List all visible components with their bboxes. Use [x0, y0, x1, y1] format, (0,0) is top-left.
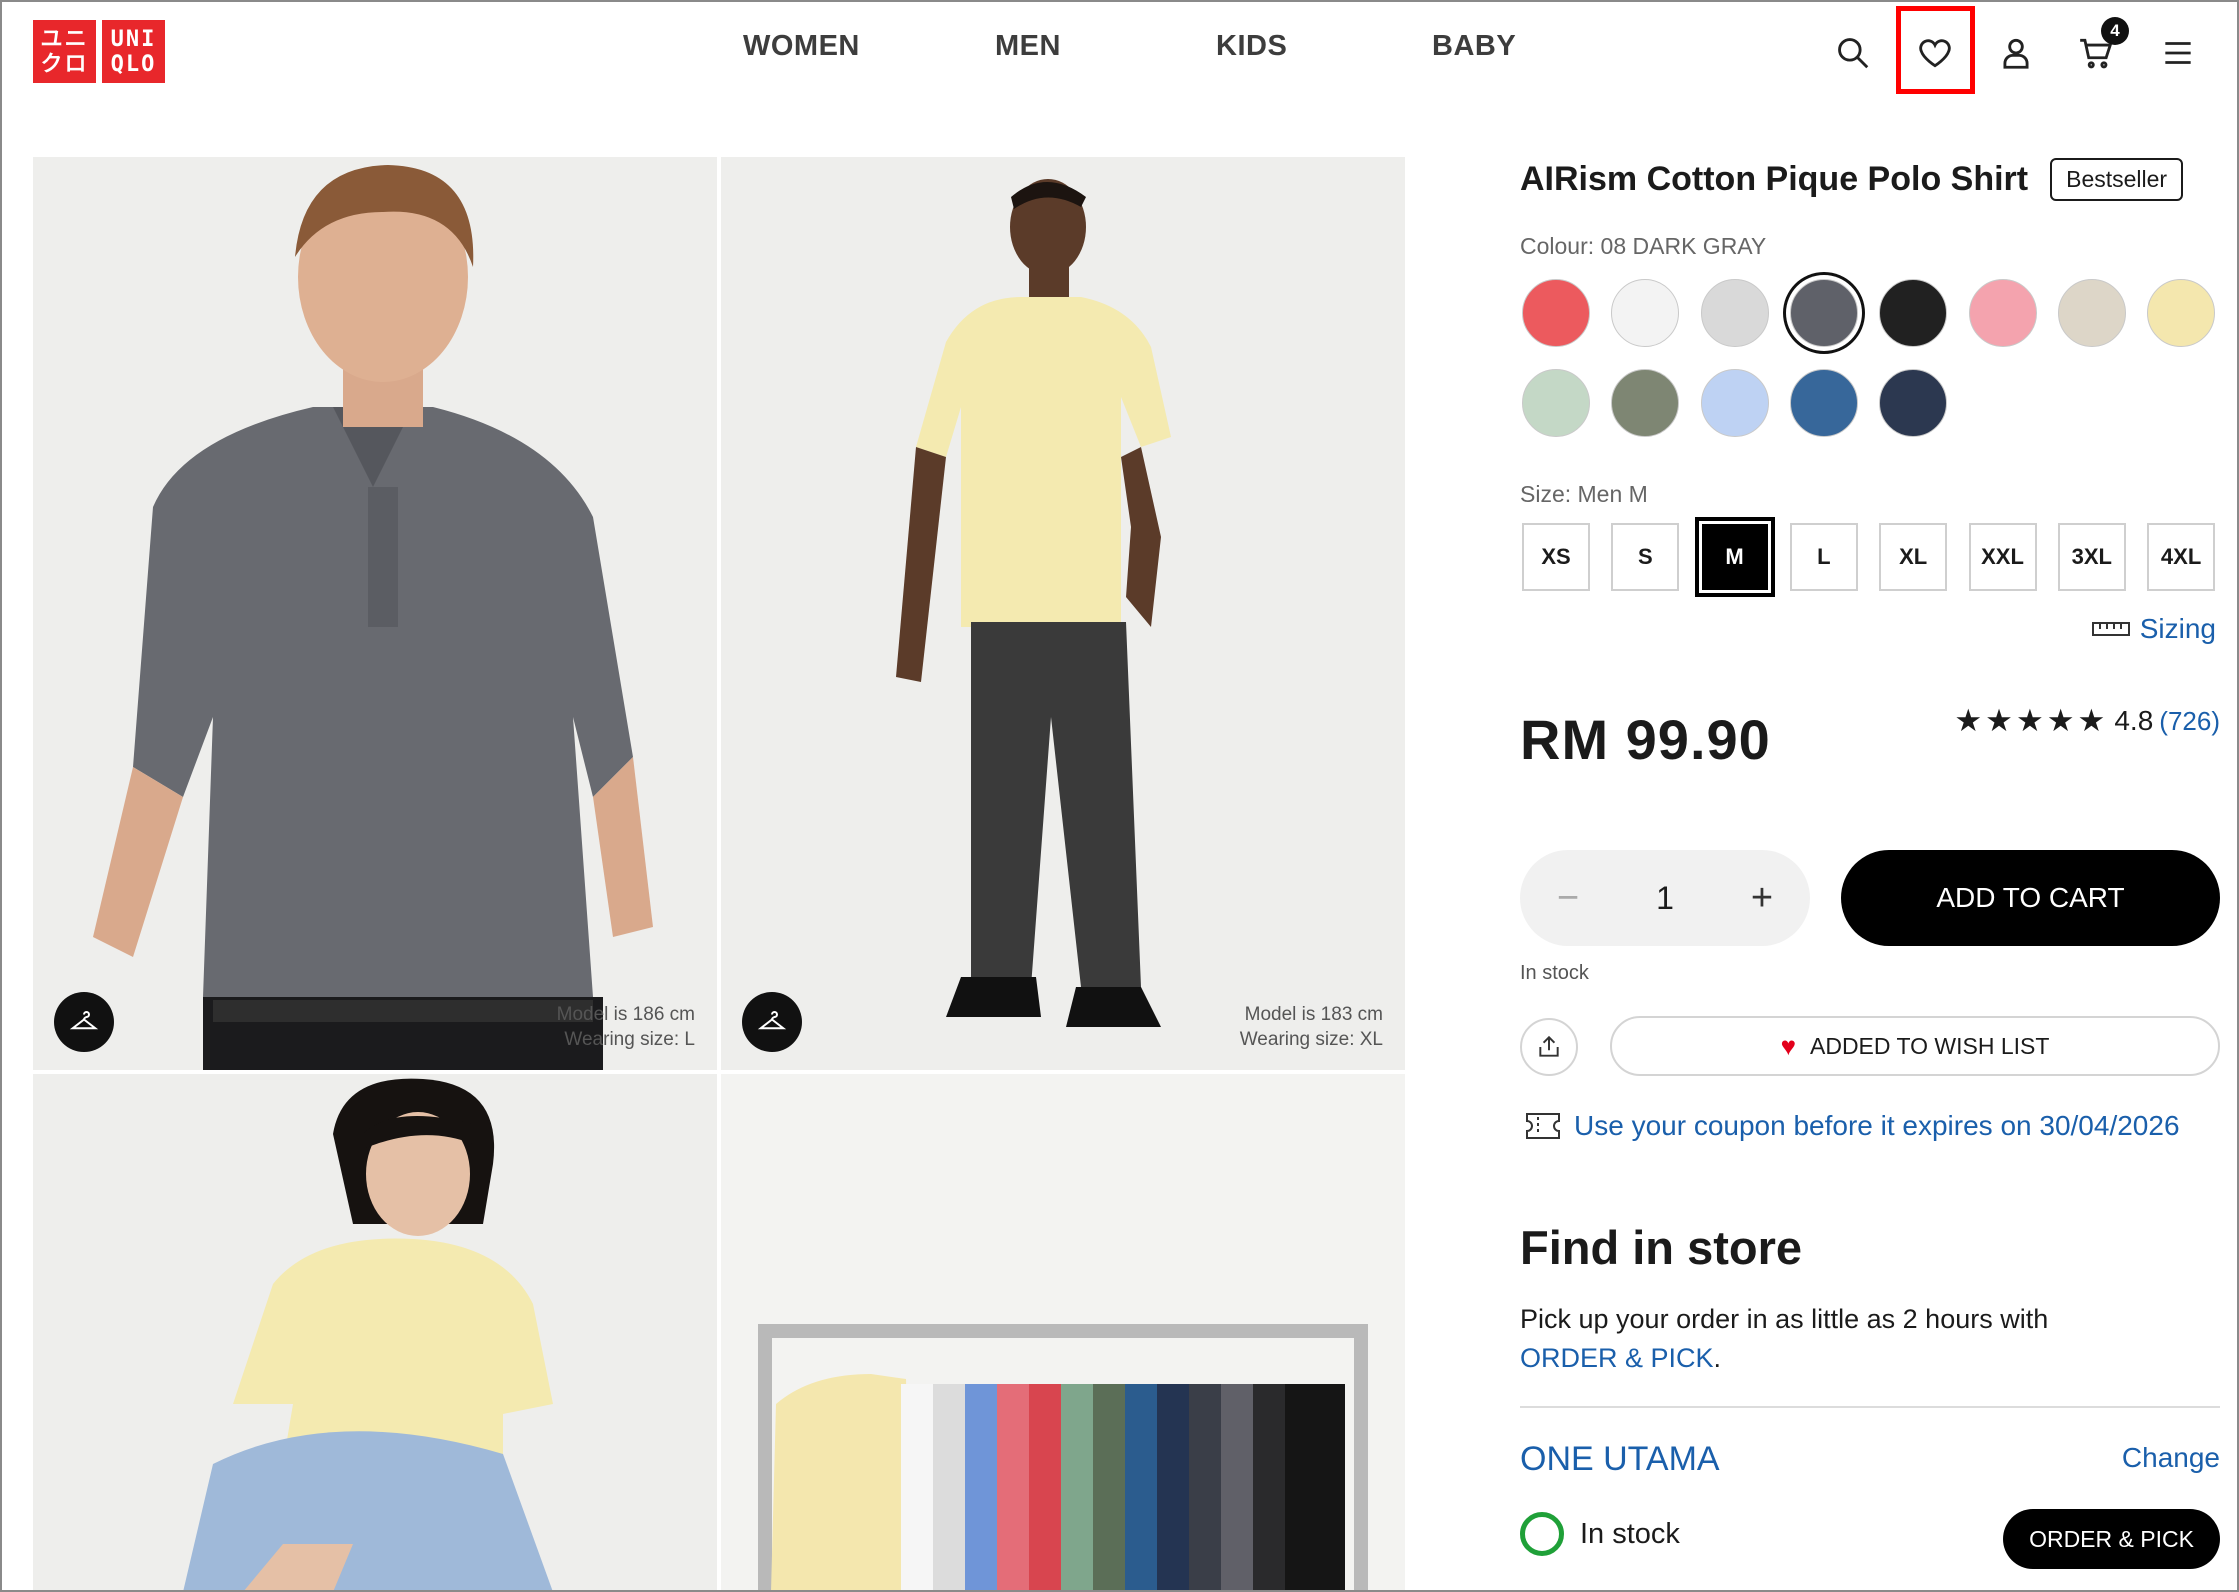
- product-image-colour-rack[interactable]: [721, 1074, 1405, 1592]
- product-image-dark-gray-model[interactable]: Model is 186 cm Wearing size: L: [33, 157, 717, 1070]
- colour-swatch[interactable]: [1968, 279, 2037, 347]
- search-icon[interactable]: [1830, 30, 1876, 76]
- rating: ★★★★★ 4.8 (726): [1954, 703, 2220, 739]
- wishlist-label: ADDED TO WISH LIST: [1810, 1032, 2050, 1059]
- in-stock-ring-icon: [1520, 1512, 1564, 1556]
- model-photo-illustration: [721, 157, 1405, 1070]
- size-label: Size: Men M: [1520, 481, 1648, 507]
- review-count-link[interactable]: (726): [2159, 706, 2220, 737]
- nav-baby[interactable]: BABY: [1432, 30, 1516, 63]
- colour-swatch[interactable]: [1700, 369, 1769, 437]
- nav-kids[interactable]: KIDS: [1216, 30, 1287, 63]
- change-store-link[interactable]: Change: [2122, 1442, 2220, 1474]
- quantity-stepper: − 1 +: [1520, 850, 1810, 946]
- product-gallery: Model is 186 cm Wearing size: L Model is…: [33, 157, 1405, 1592]
- find-in-store-heading: Find in store: [1520, 1221, 1802, 1274]
- colour-swatch[interactable]: [2147, 279, 2216, 347]
- sizing-label: Sizing: [2139, 613, 2216, 644]
- colour-swatch[interactable]: [1700, 279, 1769, 347]
- find-in-store-description: Pick up your order in as little as 2 hou…: [1520, 1304, 2049, 1373]
- hanger-icon[interactable]: [742, 992, 802, 1052]
- store-stock-status: In stock: [1520, 1512, 1680, 1556]
- order-and-pick-button[interactable]: ORDER & PICK: [2003, 1509, 2220, 1569]
- hanger-icon[interactable]: [54, 992, 114, 1052]
- colour-swatch[interactable]: [1879, 369, 1948, 437]
- quantity-increase-button[interactable]: +: [1742, 877, 1782, 919]
- added-to-wishlist-button[interactable]: ♥ ADDED TO WISH LIST: [1610, 1016, 2220, 1076]
- share-button[interactable]: [1520, 1018, 1578, 1076]
- colour-swatch[interactable]: [2057, 279, 2126, 347]
- size-option-xs[interactable]: XS: [1522, 523, 1590, 591]
- quantity-decrease-button[interactable]: −: [1548, 877, 1588, 919]
- sizing-link[interactable]: Sizing: [2091, 613, 2216, 645]
- colour-swatch[interactable]: [1789, 279, 1858, 347]
- model-photo-illustration: [33, 1074, 717, 1592]
- product-image-seated-model[interactable]: [33, 1074, 717, 1592]
- colour-swatch[interactable]: [1879, 279, 1948, 347]
- heart-icon[interactable]: [1912, 30, 1958, 76]
- model-size-info: Model is 186 cm Wearing size: L: [556, 1004, 695, 1050]
- heart-filled-icon: ♥: [1780, 1030, 1796, 1061]
- share-icon: [1539, 1035, 1559, 1057]
- nav-women[interactable]: WOMEN: [743, 30, 860, 63]
- colour-swatch[interactable]: [1522, 369, 1590, 437]
- rack-photo-illustration: [721, 1074, 1405, 1592]
- account-icon[interactable]: [1993, 30, 2039, 76]
- stock-status: In stock: [1520, 962, 1589, 984]
- model-photo-illustration: [33, 157, 717, 1070]
- size-option-xxl[interactable]: XXL: [1968, 523, 2037, 591]
- size-option-xl[interactable]: XL: [1879, 523, 1948, 591]
- product-price: RM 99.90: [1520, 708, 1771, 771]
- store-name[interactable]: ONE UTAMA: [1520, 1440, 1720, 1479]
- size-option-s[interactable]: S: [1611, 523, 1680, 591]
- colour-swatch[interactable]: [1611, 279, 1680, 347]
- ruler-icon: [2091, 622, 2130, 636]
- colour-swatch[interactable]: [1522, 279, 1590, 347]
- coupon-link[interactable]: Use your coupon before it expires on 30/…: [1526, 1110, 2180, 1142]
- store-stock-label: In stock: [1580, 1517, 1680, 1550]
- colour-swatch[interactable]: [1789, 369, 1858, 437]
- add-to-cart-button[interactable]: ADD TO CART: [1841, 850, 2220, 946]
- model-size-info: Model is 183 cm Wearing size: XL: [1239, 1004, 1383, 1050]
- order-and-pick-link[interactable]: ORDER & PICK: [1520, 1343, 1714, 1373]
- rating-value: 4.8: [2114, 705, 2154, 736]
- cart-icon[interactable]: 4: [2073, 17, 2129, 76]
- colour-swatch[interactable]: [1611, 369, 1680, 437]
- size-option-l[interactable]: L: [1789, 523, 1858, 591]
- quantity-value[interactable]: 1: [1656, 880, 1674, 917]
- size-option-m[interactable]: M: [1694, 517, 1775, 597]
- cart-count-badge: 4: [2101, 17, 2129, 45]
- title-row: AIRism Cotton Pique Polo Shirt Bestselle…: [1520, 158, 2184, 201]
- colour-label: Colour: 08 DARK GRAY: [1520, 233, 1767, 259]
- menu-icon[interactable]: [2155, 30, 2201, 76]
- nav-men[interactable]: MEN: [995, 30, 1061, 63]
- coupon-icon: [1526, 1113, 1560, 1139]
- star-icons: ★★★★★: [1954, 703, 2109, 738]
- product-image-yellow-model[interactable]: Model is 183 cm Wearing size: XL: [721, 157, 1405, 1070]
- bestseller-badge: Bestseller: [2050, 158, 2184, 201]
- divider: [1520, 1406, 2220, 1408]
- size-option-3xl[interactable]: 3XL: [2057, 523, 2126, 591]
- product-title: AIRism Cotton Pique Polo Shirt: [1520, 160, 2029, 198]
- size-option-4xl[interactable]: 4XL: [2147, 523, 2216, 591]
- coupon-text: Use your coupon before it expires on 30/…: [1574, 1110, 2180, 1141]
